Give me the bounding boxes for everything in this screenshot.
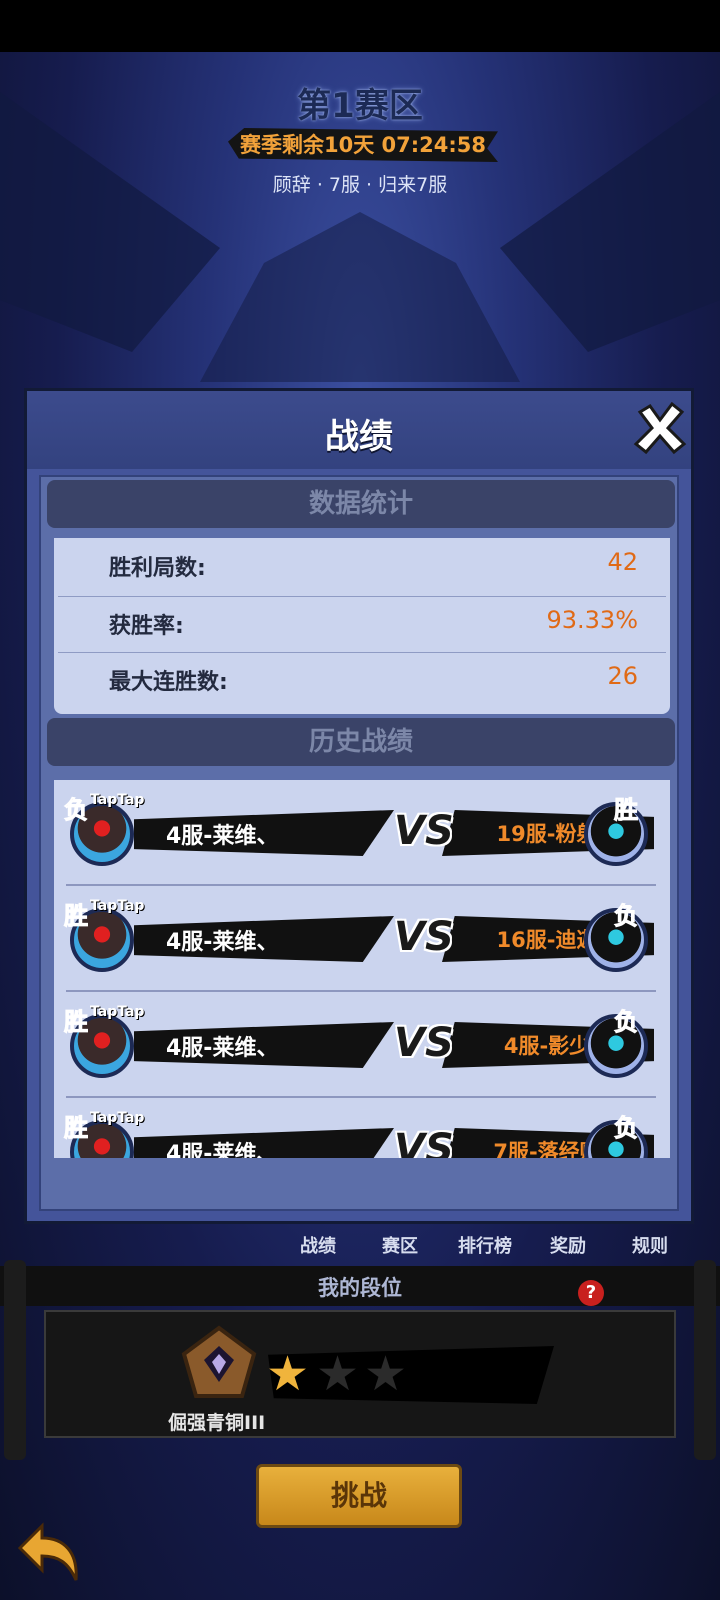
vs-label: VS bbox=[394, 1126, 454, 1158]
stat-value: 42 bbox=[607, 548, 638, 576]
opp-result-badge: 负 bbox=[614, 902, 639, 931]
stat-row-max-streak: 最大连胜数: 26 bbox=[54, 650, 670, 706]
vs-label: VS bbox=[394, 808, 454, 854]
tab-record[interactable]: 战绩 bbox=[300, 1232, 336, 1258]
star-empty-icon: ★ bbox=[364, 1346, 408, 1402]
star-empty-icon: ★ bbox=[316, 1346, 360, 1402]
panel-title: 战绩 bbox=[325, 417, 393, 457]
stats-table: 胜利局数: 42 获胜率: 93.33% 最大连胜数: 26 bbox=[54, 538, 670, 714]
vs-label: VS bbox=[394, 914, 454, 960]
watermark-taptap: TapTap bbox=[90, 898, 145, 914]
status-bar bbox=[0, 0, 720, 52]
challenge-button[interactable]: 挑战 bbox=[256, 1464, 462, 1528]
watermark-taptap: TapTap bbox=[90, 1110, 145, 1126]
stat-label: 获胜率: bbox=[109, 614, 184, 639]
panel-header: 战绩 bbox=[27, 391, 691, 469]
stat-label: 胜利局数: bbox=[109, 556, 206, 581]
history-list[interactable]: 负 TapTap 4服-莱维、 VS 19服-粉射 胜 胜 TapTap 4服-… bbox=[54, 780, 670, 1158]
player-name: 4服-莱维、 bbox=[166, 930, 279, 955]
watermark-taptap: TapTap bbox=[90, 1004, 145, 1020]
opp-result-badge: 负 bbox=[614, 1008, 639, 1037]
stat-label: 最大连胜数: bbox=[109, 670, 228, 695]
help-icon[interactable]: ? bbox=[578, 1280, 604, 1306]
match-row[interactable]: 胜 TapTap 4服-莱维、 VS 16服-迪迦 负 bbox=[54, 886, 670, 986]
tab-rules[interactable]: 规则 bbox=[632, 1232, 668, 1258]
back-arrow-icon[interactable] bbox=[14, 1518, 84, 1588]
tab-rewards[interactable]: 奖励 bbox=[550, 1232, 586, 1258]
my-result-badge: 胜 bbox=[64, 1114, 89, 1143]
rank-name: 倔强青铜III bbox=[168, 1412, 266, 1434]
watermark-taptap: TapTap bbox=[90, 792, 145, 808]
player-name: 4服-莱维、 bbox=[166, 1142, 279, 1158]
my-rank-title: 我的段位 bbox=[318, 1276, 402, 1300]
my-result-badge: 胜 bbox=[64, 902, 89, 931]
bronze-rank-emblem-icon bbox=[181, 1325, 257, 1398]
player-name: 4服-莱维、 bbox=[166, 1036, 279, 1061]
match-row[interactable]: 胜 TapTap 4服-莱维、 VS 4服-影少 负 bbox=[54, 992, 670, 1092]
tab-leaderboard[interactable]: 排行榜 bbox=[458, 1232, 512, 1258]
stat-row-win-rate: 获胜率: 93.33% bbox=[54, 594, 670, 650]
history-section-title: 历史战绩 bbox=[47, 718, 675, 766]
stars-banner bbox=[268, 1346, 554, 1404]
star-filled-icon: ★ bbox=[266, 1346, 310, 1402]
tab-zone[interactable]: 赛区 bbox=[382, 1232, 418, 1258]
player-name: 4服-莱维、 bbox=[166, 824, 279, 849]
bottom-tab-bar: 战绩 赛区 排行榜 奖励 规则 bbox=[270, 1232, 690, 1262]
match-row[interactable]: 胜 TapTap 4服-莱维、 VS 7服-落经贼 负 bbox=[54, 1098, 670, 1158]
my-result-badge: 胜 bbox=[64, 1008, 89, 1037]
opp-result-badge: 胜 bbox=[614, 796, 639, 825]
stats-section-title: 数据统计 bbox=[47, 480, 675, 528]
match-row[interactable]: 负 TapTap 4服-莱维、 VS 19服-粉射 胜 bbox=[54, 780, 670, 880]
season-remaining-text: 赛季剩余10天 07:24:58 bbox=[239, 133, 486, 157]
my-result-badge: 负 bbox=[64, 796, 89, 825]
stat-row-wins: 胜利局数: 42 bbox=[54, 536, 670, 592]
zone-title: 第1赛区 bbox=[297, 86, 423, 126]
stat-value: 93.33% bbox=[546, 606, 638, 634]
vs-label: VS bbox=[394, 1020, 454, 1066]
server-list: 顾辞 · 7服 · 归来7服 bbox=[272, 174, 448, 196]
opp-result-badge: 负 bbox=[614, 1114, 639, 1143]
stat-value: 26 bbox=[607, 662, 638, 690]
close-x-icon[interactable] bbox=[632, 400, 688, 456]
